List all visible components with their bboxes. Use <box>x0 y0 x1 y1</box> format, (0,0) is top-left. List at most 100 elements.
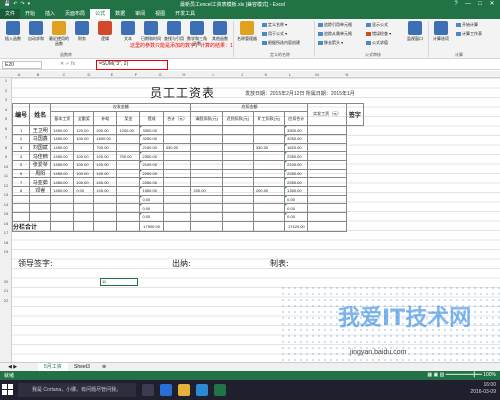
table-cell[interactable]: 3300.00 <box>284 125 309 135</box>
table-cell[interactable]: 2250.00 <box>284 168 309 179</box>
row-header[interactable]: 10 <box>0 164 12 169</box>
undo-icon[interactable]: ↶ <box>13 1 17 7</box>
table-cell[interactable]: 3300.00 <box>139 125 164 135</box>
table-cell[interactable] <box>252 168 286 179</box>
table-cell[interactable]: 1820.00 <box>284 142 309 153</box>
table-cell[interactable] <box>73 194 95 205</box>
table-cell[interactable]: 1450.00 <box>50 133 75 144</box>
table-cell[interactable]: 120.00 <box>73 125 95 135</box>
table-cell[interactable] <box>307 151 347 161</box>
table-cell[interactable] <box>190 194 223 205</box>
table-cell[interactable] <box>221 177 254 187</box>
row-header[interactable]: 3 <box>0 97 12 102</box>
tab-data[interactable]: 数据 <box>110 9 130 19</box>
table-cell[interactable] <box>307 212 347 222</box>
table-cell[interactable] <box>252 203 286 214</box>
table-cell[interactable] <box>73 220 95 232</box>
column-header[interactable]: A <box>14 71 24 78</box>
table-cell[interactable] <box>221 159 254 170</box>
tab-developer[interactable]: 开发工具 <box>170 9 200 19</box>
table-cell[interactable] <box>162 220 192 232</box>
column-header[interactable]: D <box>78 71 100 78</box>
table-cell[interactable] <box>221 151 254 161</box>
table-cell[interactable] <box>252 159 286 170</box>
column-header[interactable]: K <box>254 71 278 78</box>
table-cell[interactable] <box>93 220 118 232</box>
table-cell[interactable] <box>116 194 141 205</box>
table-cell[interactable] <box>162 177 192 187</box>
table-cell[interactable] <box>307 177 347 187</box>
table-cell[interactable] <box>221 168 254 179</box>
row-header[interactable]: 1 <box>0 78 12 83</box>
table-cell[interactable] <box>190 125 223 135</box>
column-header[interactable]: M <box>302 71 332 78</box>
table-cell[interactable]: 2250.00 <box>139 177 164 187</box>
table-cell[interactable] <box>190 159 223 170</box>
tab-file[interactable]: 文件 <box>0 9 21 19</box>
calc-sheet-button[interactable]: 计算工作表 <box>456 31 482 37</box>
table-cell[interactable] <box>162 186 192 196</box>
column-header[interactable]: C <box>52 71 76 78</box>
table-cell[interactable]: 2250.00 <box>139 168 164 179</box>
excel-icon[interactable] <box>214 384 226 396</box>
table-cell[interactable]: 1450.00 <box>50 151 75 161</box>
table-cell[interactable]: 1450.00 <box>50 142 75 153</box>
table-cell[interactable]: 0.00 <box>139 212 164 222</box>
table-cell[interactable]: 0.00 <box>284 203 309 214</box>
formula-input[interactable]: =SUM("3", 2) <box>96 60 168 70</box>
table-cell[interactable]: 100.00 <box>73 168 95 179</box>
table-cell[interactable] <box>116 142 141 153</box>
table-cell[interactable] <box>116 159 141 170</box>
table-cell[interactable] <box>116 168 141 179</box>
table-cell[interactable] <box>29 203 52 214</box>
table-cell[interactable]: 1450.00 <box>50 186 75 196</box>
formula-bar-icons[interactable]: ✕ ✓ fx <box>60 61 75 67</box>
table-cell[interactable] <box>307 220 347 232</box>
table-cell[interactable]: 邓睿 <box>29 186 52 196</box>
table-cell[interactable] <box>50 203 75 214</box>
row-header[interactable]: 13 <box>0 192 12 197</box>
table-cell[interactable] <box>307 159 347 170</box>
table-cell[interactable]: 0.00 <box>284 194 309 205</box>
table-cell[interactable]: 王卫明 <box>29 125 52 135</box>
watch-window-button[interactable]: 监视窗口 <box>404 21 426 41</box>
table-cell[interactable]: 200.00 <box>93 125 118 135</box>
row-header[interactable]: 15 <box>0 211 12 216</box>
table-cell[interactable]: 100.00 <box>93 151 118 161</box>
table-cell[interactable]: 100.00 <box>93 186 118 196</box>
table-cell[interactable] <box>50 212 75 222</box>
file-explorer-icon[interactable] <box>178 384 190 396</box>
table-cell[interactable] <box>190 177 223 187</box>
table-cell[interactable]: 5 <box>11 159 31 170</box>
row-header[interactable]: 6 <box>0 126 12 131</box>
table-cell[interactable]: 0.00 <box>139 203 164 214</box>
name-manager-button[interactable]: 名称管理器 <box>236 21 258 41</box>
table-cell[interactable] <box>162 159 192 170</box>
table-cell[interactable]: 1200.00 <box>116 125 141 135</box>
table-cell[interactable] <box>190 220 223 232</box>
table-cell[interactable]: 0.00 <box>139 194 164 205</box>
table-cell[interactable]: 100.00 <box>93 159 118 170</box>
table-cell[interactable] <box>50 220 75 232</box>
date-time-button[interactable]: 日期和时间 <box>140 21 162 41</box>
windows-start-icon[interactable] <box>2 384 14 396</box>
text-button[interactable]: 文本 <box>117 21 139 41</box>
table-cell[interactable] <box>162 212 192 222</box>
close-button[interactable]: ✕ <box>486 0 498 9</box>
insert-function-button[interactable]: 插入函数 <box>2 21 24 41</box>
row-header[interactable]: 20 <box>0 279 12 284</box>
financial-button[interactable]: 财务 <box>71 21 93 41</box>
table-cell[interactable] <box>162 203 192 214</box>
column-header[interactable]: J <box>230 71 254 78</box>
row-header[interactable]: 5 <box>0 116 12 121</box>
show-formulas-button[interactable]: 显示公式 <box>366 22 388 28</box>
table-cell[interactable]: 1600.00 <box>93 133 118 144</box>
table-cell[interactable]: 3250.00 <box>284 133 309 144</box>
row-header[interactable]: 12 <box>0 183 12 188</box>
table-cell[interactable]: 4 <box>11 151 31 161</box>
table-cell[interactable] <box>162 125 192 135</box>
table-cell[interactable]: 0.00 <box>284 212 309 222</box>
table-cell[interactable] <box>307 142 347 153</box>
table-cell[interactable]: 1450.00 <box>50 177 75 187</box>
table-cell[interactable] <box>50 194 75 205</box>
